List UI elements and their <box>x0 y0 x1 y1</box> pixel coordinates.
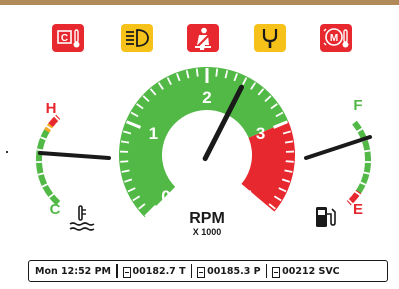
tach-tick <box>195 68 199 77</box>
tach-tick-label: 2 <box>202 88 211 107</box>
tach-tick-label: 1 <box>149 124 158 143</box>
tach-tick <box>285 160 294 163</box>
coolant-temp-icon <box>69 205 95 231</box>
tach-tick <box>215 68 219 77</box>
hours-partial: 00185.3 P <box>207 265 261 277</box>
day-time: Mon 12:52 PM <box>35 265 112 277</box>
tach-tick <box>120 160 129 163</box>
tachometer: 0 1 2 3 4 RPM X 1000 <box>119 67 295 237</box>
fuel-empty-label: E <box>353 201 363 218</box>
fuel-needle <box>304 135 372 160</box>
hourmeter-icon <box>272 266 281 278</box>
rpm-label: RPM <box>189 210 225 227</box>
fuel-gauge: F E <box>304 97 372 227</box>
temp-low-label: C <box>50 201 61 218</box>
temp-needle <box>38 151 111 160</box>
temp-gauge: H C <box>36 100 111 231</box>
separator <box>265 264 268 278</box>
hourmeter-icon <box>197 266 206 278</box>
gauge-cluster: H C F E 0 1 2 3 4 RPM X 1000 <box>36 67 372 237</box>
tach-tick-label: 4 <box>243 187 253 206</box>
temp-high-label: H <box>46 100 57 117</box>
tach-tick <box>120 140 130 144</box>
rpm-multiplier: X 1000 <box>193 227 222 237</box>
hours-service: 00212 SVC <box>282 265 340 277</box>
hourmeter-icon <box>122 266 131 278</box>
tach-tick-label: 0 <box>161 187 170 206</box>
hours-total: 00182.7 T <box>132 265 186 277</box>
separator <box>116 264 118 278</box>
separator <box>190 264 193 278</box>
status-bar: Mon 12:52 PM 00182.7 T 00185.3 P 00212 S… <box>28 260 388 282</box>
fuel-full-label: F <box>353 97 362 114</box>
fuel-pump-icon <box>316 207 336 227</box>
tach-tick <box>284 140 294 144</box>
tach-tick <box>256 204 270 218</box>
tach-tick-label: 3 <box>256 124 265 143</box>
